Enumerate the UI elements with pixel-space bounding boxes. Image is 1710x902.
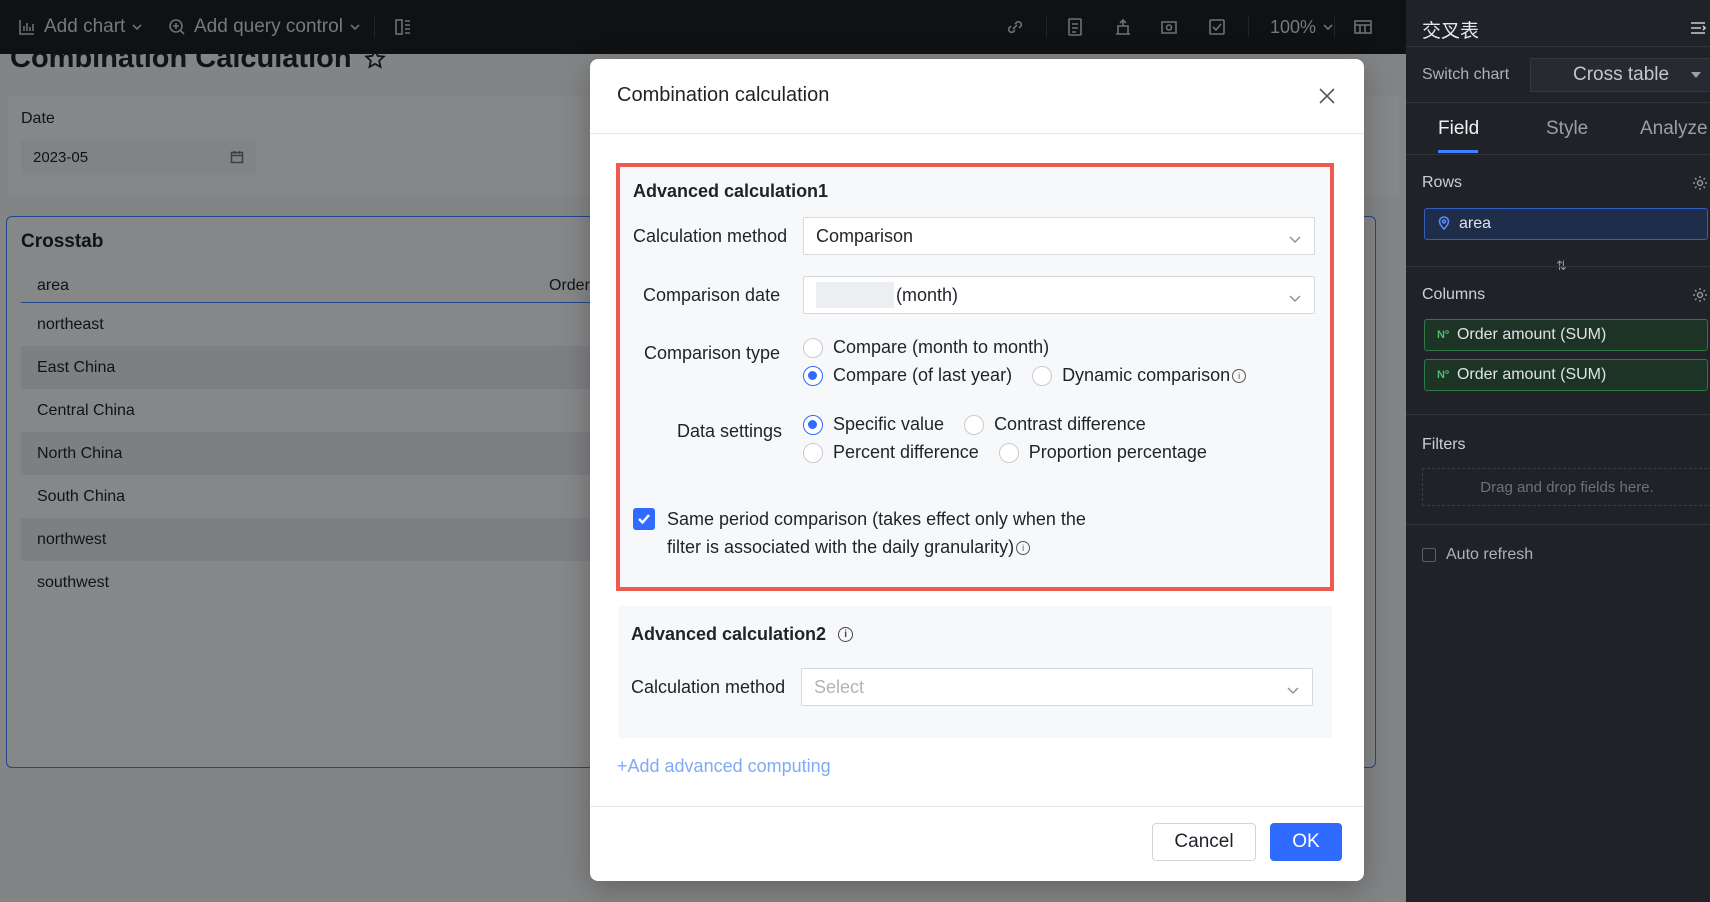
measure-icon: Nº bbox=[1437, 329, 1449, 341]
radio-indicator bbox=[964, 414, 985, 435]
filters-drop-zone[interactable]: Drag and drop fields here. bbox=[1422, 468, 1710, 506]
chevron-down-icon bbox=[1286, 681, 1300, 695]
divider bbox=[1406, 102, 1710, 103]
location-icon bbox=[1437, 215, 1451, 233]
same-period-line2: filter is associated with the daily gran… bbox=[667, 537, 1015, 557]
cancel-button[interactable]: Cancel bbox=[1152, 823, 1256, 861]
tab-analyze[interactable]: Analyze bbox=[1640, 118, 1708, 140]
chevron-down-icon bbox=[1288, 289, 1302, 303]
tab-field[interactable]: Field bbox=[1438, 118, 1479, 140]
radio-label: Specific value bbox=[833, 414, 945, 434]
combination-calculation-dialog: Combination calculation Advanced calcula… bbox=[590, 59, 1364, 881]
calc2-method-placeholder: Select bbox=[814, 676, 865, 697]
panel-title: 交叉表 bbox=[1422, 21, 1480, 42]
tab-style[interactable]: Style bbox=[1546, 118, 1588, 140]
divider bbox=[590, 806, 1364, 807]
radio-label: Percent difference bbox=[833, 442, 979, 462]
advanced-calculation-2: Advanced calculation2 i Calculation meth… bbox=[618, 606, 1332, 738]
same-period-text: Same period comparison (takes effect onl… bbox=[667, 505, 1086, 561]
radio-indicator bbox=[803, 337, 823, 358]
same-period-checkbox[interactable] bbox=[633, 508, 655, 530]
close-icon[interactable] bbox=[1316, 85, 1338, 107]
filters-label: Filters bbox=[1422, 436, 1466, 453]
comparison-date-select[interactable]: (month) bbox=[803, 276, 1315, 314]
dialog-title: Combination calculation bbox=[617, 84, 830, 106]
info-icon[interactable]: i bbox=[838, 627, 854, 642]
columns-field-label: Order amount (SUM) bbox=[1456, 366, 1607, 383]
comparison-type-label: Comparison type bbox=[644, 343, 781, 363]
measure-icon: Nº bbox=[1437, 369, 1449, 381]
menu-icon[interactable] bbox=[1688, 18, 1708, 43]
comparison-date-value: (month) bbox=[896, 284, 959, 305]
calculation-method-value: Comparison bbox=[816, 225, 914, 246]
calculation-method-select[interactable]: Comparison bbox=[803, 217, 1315, 255]
columns-label: Columns bbox=[1422, 286, 1486, 303]
advanced-calculation-1: Advanced calculation1 Calculation method… bbox=[616, 163, 1334, 591]
auto-refresh-label: Auto refresh bbox=[1446, 546, 1534, 563]
auto-refresh-toggle[interactable]: Auto refresh bbox=[1422, 546, 1533, 564]
add-advanced-computing-link[interactable]: +Add advanced computing bbox=[617, 756, 831, 777]
radio-indicator bbox=[803, 442, 823, 463]
data-settings-group: Specific value Contrast difference bbox=[803, 414, 1166, 435]
calc2-title: Advanced calculation2 bbox=[631, 624, 827, 644]
same-period-comparison[interactable]: Same period comparison (takes effect onl… bbox=[633, 505, 1086, 561]
rows-label: Rows bbox=[1422, 174, 1463, 191]
divider bbox=[1406, 266, 1710, 267]
comparison-type-group: Compare (of last year) Dynamic compariso… bbox=[803, 365, 1266, 386]
info-icon[interactable]: i bbox=[1016, 541, 1031, 556]
calc1-title: Advanced calculation1 bbox=[633, 181, 829, 201]
radio-contrast-difference[interactable]: Contrast difference bbox=[964, 414, 1146, 435]
radio-indicator-selected bbox=[803, 365, 823, 386]
ok-button[interactable]: OK bbox=[1270, 823, 1342, 861]
divider bbox=[1406, 524, 1710, 525]
auto-refresh-checkbox[interactable] bbox=[1422, 548, 1436, 562]
switch-chart-value: Cross table bbox=[1573, 64, 1670, 85]
radio-label: Contrast difference bbox=[994, 414, 1146, 434]
columns-field-label: Order amount (SUM) bbox=[1456, 326, 1607, 343]
data-settings-label: Data settings bbox=[677, 421, 783, 441]
divider bbox=[1406, 154, 1710, 155]
switch-chart-label: Switch chart bbox=[1422, 66, 1510, 83]
switch-chart-select[interactable]: Cross table bbox=[1530, 58, 1710, 92]
active-tab-indicator bbox=[1438, 150, 1478, 153]
chevron-down-icon bbox=[1288, 230, 1302, 244]
radio-dynamic-comparison[interactable]: Dynamic comparison i bbox=[1032, 365, 1247, 386]
redacted-field bbox=[816, 282, 894, 308]
radio-label: Proportion percentage bbox=[1028, 442, 1207, 462]
radio-specific-value[interactable]: Specific value bbox=[803, 414, 944, 435]
info-icon[interactable]: i bbox=[1232, 368, 1247, 383]
radio-label: Compare (of last year) bbox=[833, 365, 1013, 385]
radio-indicator bbox=[1032, 365, 1053, 386]
radio-proportion-percentage[interactable]: Proportion percentage bbox=[998, 442, 1207, 463]
radio-percent-difference[interactable]: Percent difference bbox=[803, 442, 979, 463]
radio-of-last-year[interactable]: Compare (of last year) bbox=[803, 365, 1012, 386]
calc2-method-select[interactable]: Select bbox=[801, 668, 1313, 706]
config-panel: 交叉表 Switch chart Cross table Field Style… bbox=[1406, 0, 1710, 902]
rows-field-area[interactable]: area bbox=[1424, 208, 1708, 240]
columns-field-order-amount[interactable]: Nº Order amount (SUM) bbox=[1424, 359, 1708, 391]
comparison-date-label: Comparison date bbox=[643, 285, 781, 305]
radio-month-to-month[interactable]: Compare (month to month) bbox=[803, 337, 1049, 358]
comparison-type-group: Compare (month to month) bbox=[803, 337, 1069, 358]
rows-field-label: area bbox=[1459, 215, 1492, 232]
radio-indicator-selected bbox=[803, 414, 823, 435]
divider bbox=[1406, 414, 1710, 415]
calc1-method-label: Calculation method bbox=[633, 226, 788, 246]
calc2-method-label: Calculation method bbox=[631, 677, 786, 697]
data-settings-group: Percent difference Proportion percentage bbox=[803, 442, 1227, 463]
caret-down-icon bbox=[1691, 72, 1701, 78]
same-period-line1: Same period comparison (takes effect onl… bbox=[667, 509, 1086, 529]
calc2-title-row: Advanced calculation2 i bbox=[631, 624, 854, 645]
divider bbox=[1406, 46, 1710, 47]
gear-icon[interactable] bbox=[1692, 175, 1708, 196]
radio-label: Compare (month to month) bbox=[833, 337, 1050, 357]
radio-label: Dynamic comparison bbox=[1062, 365, 1231, 385]
gear-icon[interactable] bbox=[1692, 287, 1708, 308]
radio-indicator bbox=[998, 442, 1019, 463]
divider bbox=[590, 133, 1364, 134]
columns-field-order-amount[interactable]: Nº Order amount (SUM) bbox=[1424, 319, 1708, 351]
